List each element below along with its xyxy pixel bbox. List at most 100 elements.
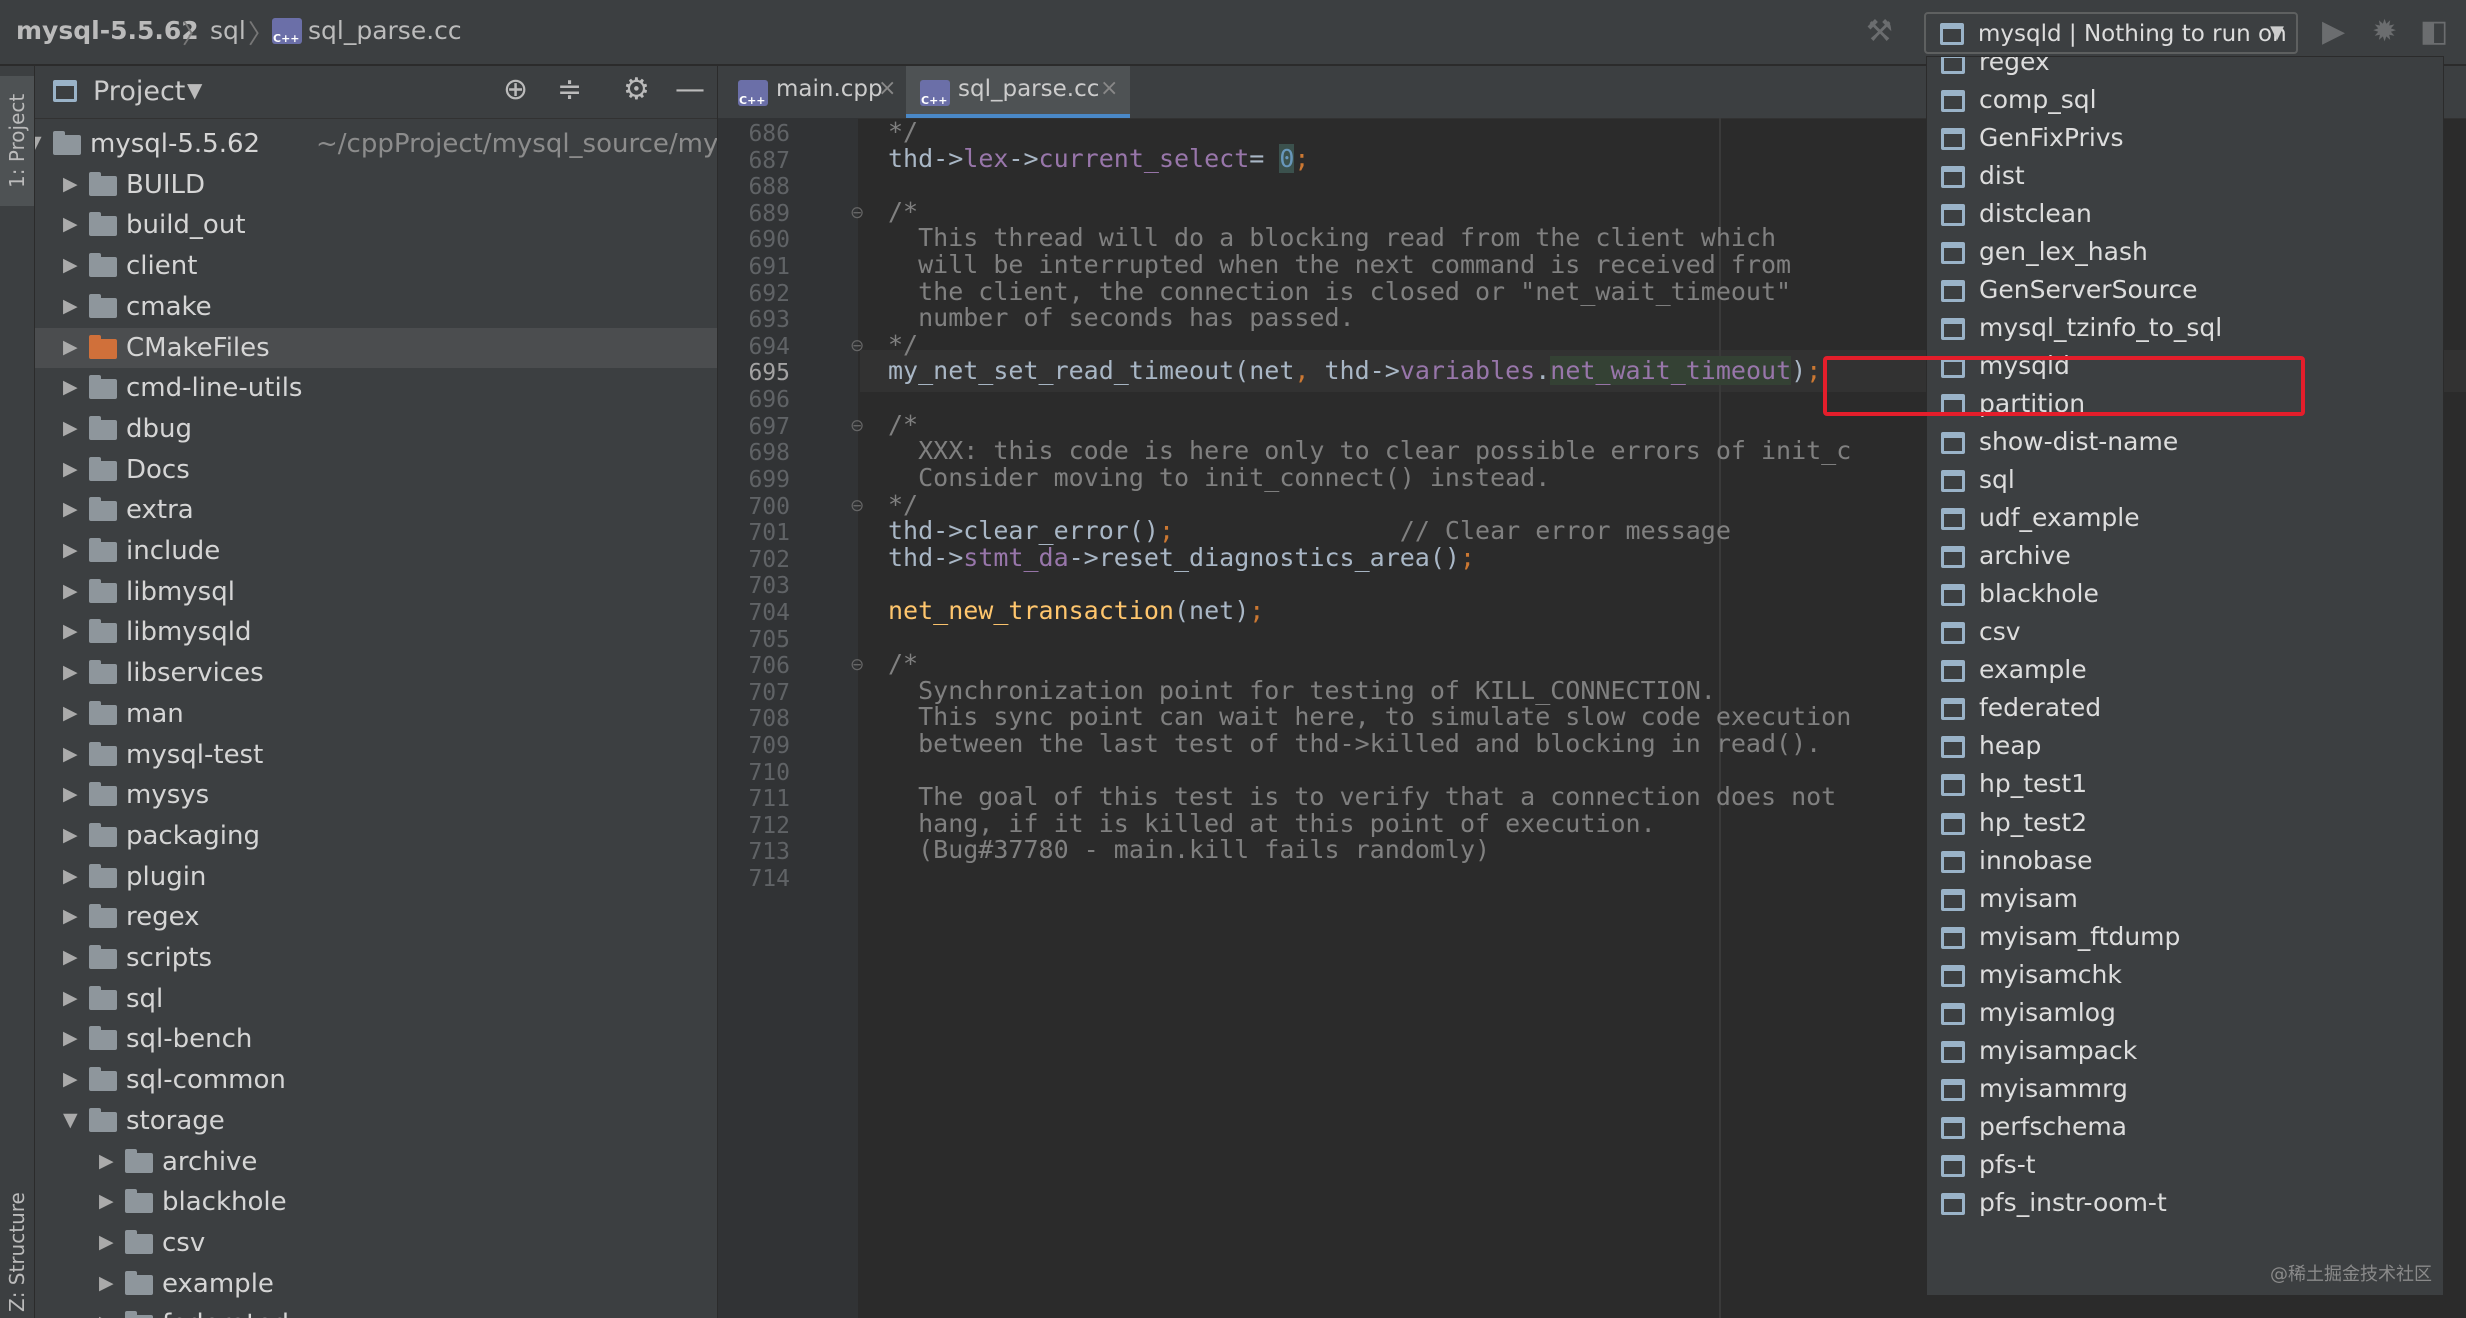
tree-folder[interactable]: ▼ storage	[35, 1101, 717, 1141]
tree-folder[interactable]: ▶ blackhole	[35, 1182, 717, 1222]
chevron-down-icon[interactable]: ▼	[187, 78, 202, 102]
tree-folder[interactable]: ▶ BUILD	[35, 165, 717, 205]
tree-folder[interactable]: ▶ extra	[35, 490, 717, 530]
collapsed-arrow-icon[interactable]: ▶	[63, 173, 78, 195]
tree-folder[interactable]: ▶ Docs	[35, 450, 717, 490]
tree-folder[interactable]: ▶ mysys	[35, 775, 717, 815]
dropdown-item[interactable]: sql	[1927, 461, 2443, 501]
project-tool-window-tab[interactable]: 1: Project	[0, 76, 34, 206]
collapsed-arrow-icon[interactable]: ▶	[63, 417, 78, 439]
collapsed-arrow-icon[interactable]: ▶	[63, 498, 78, 520]
tree-folder[interactable]: ▶ scripts	[35, 938, 717, 978]
collapsed-arrow-icon[interactable]: ▶	[63, 987, 78, 1009]
dropdown-item[interactable]: myisampack	[1927, 1032, 2443, 1072]
dropdown-item[interactable]: distclean	[1927, 195, 2443, 235]
tree-folder[interactable]: ▶ packaging	[35, 816, 717, 856]
hide-panel-icon[interactable]: —	[675, 72, 705, 107]
tree-folder[interactable]: ▶ federated	[35, 1304, 717, 1318]
tree-folder[interactable]: ▶ sql-bench	[35, 1019, 717, 1059]
dropdown-item[interactable]: show-dist-name	[1927, 423, 2443, 463]
dropdown-item[interactable]: federated	[1927, 689, 2443, 729]
collapsed-arrow-icon[interactable]: ▶	[63, 580, 78, 602]
collapsed-arrow-icon[interactable]: ▶	[63, 458, 78, 480]
tree-folder[interactable]: ▶ plugin	[35, 857, 717, 897]
tree-folder[interactable]: ▶ libmysql	[35, 572, 717, 612]
profile-icon[interactable]: ◧	[2420, 14, 2448, 49]
tree-folder[interactable]: ▶ sql	[35, 979, 717, 1019]
collapsed-arrow-icon[interactable]: ▶	[63, 336, 78, 358]
collapsed-arrow-icon[interactable]: ▶	[63, 824, 78, 846]
tree-folder[interactable]: ▶ client	[35, 246, 717, 286]
collapsed-arrow-icon[interactable]: ▶	[63, 213, 78, 235]
collapsed-arrow-icon[interactable]: ▶	[63, 702, 78, 724]
dropdown-item[interactable]: blackhole	[1927, 575, 2443, 615]
close-icon[interactable]: ×	[1100, 76, 1118, 101]
tree-folder[interactable]: ▶ regex	[35, 897, 717, 937]
breadcrumb-file[interactable]: sql_parse.cc	[308, 16, 462, 45]
collapsed-arrow-icon[interactable]: ▶	[63, 539, 78, 561]
collapsed-arrow-icon[interactable]: ▶	[63, 783, 78, 805]
structure-tab-label[interactable]: Z: Structure	[5, 1192, 29, 1312]
tree-folder[interactable]: ▶ libservices	[35, 653, 717, 693]
tree-folder[interactable]: ▶ mysql-test	[35, 735, 717, 775]
tab-sql-parse-cc[interactable]: sql_parse.cc ×	[906, 66, 1130, 118]
collapsed-arrow-icon[interactable]: ▶	[63, 376, 78, 398]
project-panel-title[interactable]: Project	[93, 76, 185, 107]
collapsed-arrow-icon[interactable]: ▶	[63, 254, 78, 276]
collapsed-arrow-icon[interactable]: ▶	[99, 1272, 114, 1294]
dropdown-item[interactable]: mysql_tzinfo_to_sql	[1927, 309, 2443, 349]
tree-folder[interactable]: ▶ cmake	[35, 287, 717, 327]
dropdown-item[interactable]: GenServerSource	[1927, 271, 2443, 311]
dropdown-item[interactable]: comp_sql	[1927, 81, 2443, 121]
collapsed-arrow-icon[interactable]: ▶	[63, 1027, 78, 1049]
dropdown-item[interactable]: udf_example	[1927, 499, 2443, 539]
collapsed-arrow-icon[interactable]: ▶	[99, 1231, 114, 1253]
expanded-arrow-icon[interactable]: ▼	[63, 1109, 78, 1131]
dropdown-item[interactable]: GenFixPrivs	[1927, 119, 2443, 159]
tree-folder[interactable]: ▶ example	[35, 1264, 717, 1304]
dropdown-item[interactable]: heap	[1927, 727, 2443, 767]
collapsed-arrow-icon[interactable]: ▶	[63, 905, 78, 927]
dropdown-item[interactable]: myisamlog	[1927, 994, 2443, 1034]
dropdown-item[interactable]: myisamchk	[1927, 956, 2443, 996]
dropdown-item[interactable]: csv	[1927, 613, 2443, 653]
dropdown-item[interactable]: regex	[1927, 57, 2443, 83]
tree-folder[interactable]: ▶ archive	[35, 1142, 717, 1182]
build-hammer-icon[interactable]: ⚒	[1866, 14, 1893, 49]
breadcrumb-project[interactable]: mysql-5.5.62	[16, 16, 199, 45]
tree-folder[interactable]: ▶ sql-common	[35, 1060, 717, 1100]
collapsed-arrow-icon[interactable]: ▶	[63, 743, 78, 765]
tree-folder[interactable]: ▶ dbug	[35, 409, 717, 449]
collapsed-arrow-icon[interactable]: ▶	[63, 295, 78, 317]
locate-file-icon[interactable]: ⊕	[503, 72, 528, 107]
run-icon[interactable]: ▶	[2322, 14, 2345, 49]
tree-folder[interactable]: ▶ cmd-line-utils	[35, 368, 717, 408]
collapsed-arrow-icon[interactable]: ▶	[99, 1150, 114, 1172]
collapsed-arrow-icon[interactable]: ▶	[63, 946, 78, 968]
dropdown-item[interactable]: pfs-t	[1927, 1146, 2443, 1186]
tree-folder[interactable]: ▶ include	[35, 531, 717, 571]
run-configuration-select[interactable]: mysqld | Nothing to run on ▼	[1924, 12, 2298, 54]
dropdown-item[interactable]: myisam_ftdump	[1927, 918, 2443, 958]
dropdown-item[interactable]: myisam	[1927, 880, 2443, 920]
tree-folder[interactable]: ▶ csv	[35, 1223, 717, 1263]
close-icon[interactable]: ×	[878, 76, 896, 101]
collapsed-arrow-icon[interactable]: ▶	[63, 661, 78, 683]
tree-root[interactable]: ▼ mysql-5.5.62 ~/cppProject/mysql_source/m…	[35, 124, 717, 164]
collapsed-arrow-icon[interactable]: ▶	[63, 620, 78, 642]
debug-icon[interactable]: ✹	[2372, 14, 2397, 49]
tab-main-cpp[interactable]: main.cpp ×	[718, 66, 904, 118]
collapse-all-icon[interactable]: ≑	[557, 72, 582, 107]
dropdown-item[interactable]: example	[1927, 651, 2443, 691]
dropdown-item[interactable]: hp_test2	[1927, 804, 2443, 844]
dropdown-item[interactable]: innobase	[1927, 842, 2443, 882]
collapsed-arrow-icon[interactable]: ▶	[63, 1068, 78, 1090]
tree-folder[interactable]: ▶ build_out	[35, 205, 717, 245]
dropdown-item[interactable]: pfs_instr-oom-t	[1927, 1184, 2443, 1224]
dropdown-item[interactable]: archive	[1927, 537, 2443, 577]
collapsed-arrow-icon[interactable]: ▶	[63, 865, 78, 887]
dropdown-item[interactable]: hp_test1	[1927, 765, 2443, 805]
tree-folder[interactable]: ▶ CMakeFiles	[35, 327, 717, 368]
dropdown-item[interactable]: gen_lex_hash	[1927, 233, 2443, 273]
breadcrumb-folder[interactable]: sql	[210, 16, 246, 45]
